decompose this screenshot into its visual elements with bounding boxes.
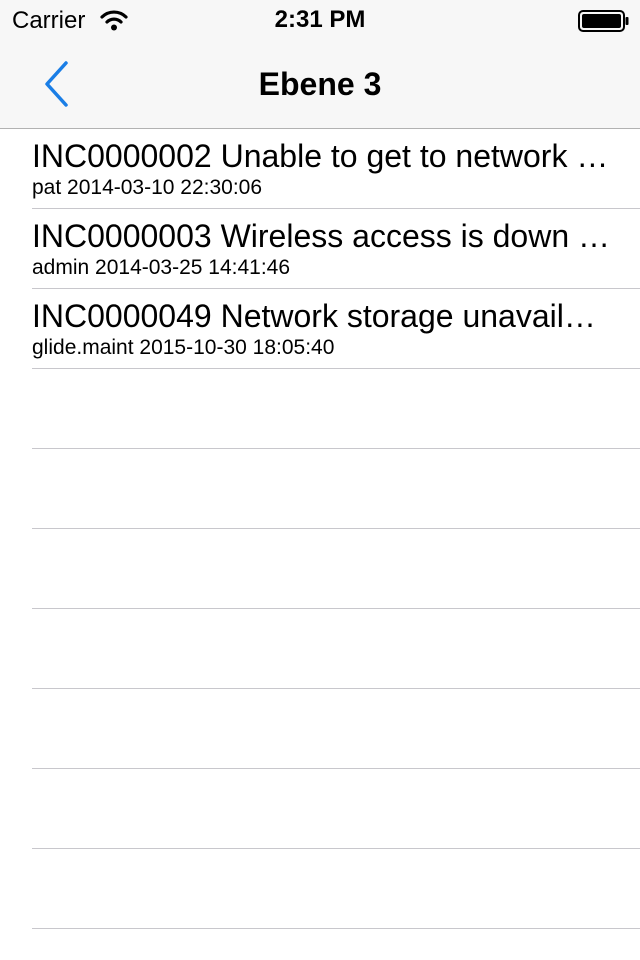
clock-label: 2:31 PM: [274, 6, 366, 33]
chevron-left-icon: [45, 61, 68, 107]
incident-subtitle: pat 2014-03-10 22:30:06: [32, 176, 263, 199]
navigation-bar: Ebene 3: [0, 40, 640, 129]
empty-row: [32, 369, 640, 449]
empty-row: [32, 849, 640, 929]
empty-row: [32, 449, 640, 529]
status-bar: Carrier 2:31 PM: [0, 0, 640, 40]
empty-row: [32, 529, 640, 609]
incident-title: INC0000049 Network storage unavailable: [32, 298, 612, 334]
empty-row: [32, 689, 640, 769]
list-item[interactable]: INC0000003 Wireless access is down in my…: [32, 209, 640, 289]
incident-title: INC0000002 Unable to get to network file…: [32, 138, 612, 174]
empty-row: [32, 609, 640, 689]
list-item[interactable]: INC0000002 Unable to get to network file…: [32, 129, 640, 209]
incident-subtitle: admin 2014-03-25 14:41:46: [32, 256, 291, 279]
list-item[interactable]: INC0000049 Network storage unavailable g…: [32, 289, 640, 369]
back-button[interactable]: [30, 54, 86, 114]
incident-subtitle: glide.maint 2015-10-30 18:05:40: [32, 336, 335, 359]
incident-list: INC0000002 Unable to get to network file…: [0, 129, 640, 929]
battery-icon: [578, 10, 630, 32]
page-title: Ebene 3: [258, 66, 382, 102]
incident-title: INC0000003 Wireless access is down in my…: [32, 218, 612, 254]
empty-row: [32, 769, 640, 849]
